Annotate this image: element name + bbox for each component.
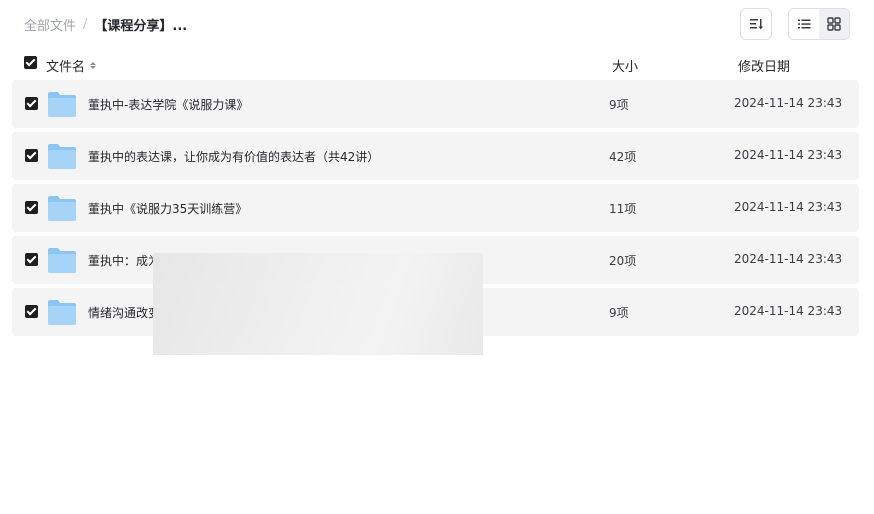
breadcrumb-root-link[interactable]: 全部文件 xyxy=(24,15,76,34)
file-size: 9项 xyxy=(609,98,629,112)
file-name[interactable]: 董执中-表达学院《说服力课》 xyxy=(88,96,248,113)
view-mode-toggle xyxy=(788,8,850,40)
file-date: 2024-11-14 23:43 xyxy=(734,96,843,110)
select-all-checkbox[interactable] xyxy=(24,56,37,69)
file-size: 42项 xyxy=(609,150,637,164)
folder-icon xyxy=(48,248,76,273)
row-checkbox[interactable] xyxy=(25,149,38,162)
header-name-column[interactable]: 文件名 xyxy=(46,56,97,75)
file-size: 9项 xyxy=(609,306,629,320)
row-checkbox[interactable] xyxy=(25,201,38,214)
breadcrumb-current-folder: 【课程分享】... xyxy=(94,18,188,34)
row-checkbox[interactable] xyxy=(25,97,38,110)
file-browser: 全部文件 / 【课程分享】... 文件名 大小 修改日期 董执中-表达学院《说服… xyxy=(0,0,874,514)
file-name[interactable]: 董执中：成为 xyxy=(88,252,160,269)
file-date: 2024-11-14 23:43 xyxy=(734,148,843,162)
file-name[interactable]: 董执中《说服力35天训练营》 xyxy=(88,200,247,217)
file-size: 11项 xyxy=(609,202,637,216)
table-header: 文件名 大小 修改日期 xyxy=(12,52,858,76)
folder-icon xyxy=(48,196,76,221)
breadcrumb-separator: / xyxy=(83,16,88,32)
breadcrumb: 全部文件 / 【课程分享】... xyxy=(24,14,187,34)
table-row[interactable]: 董执中的表达课，让你成为有价值的表达者（共42讲） 42项 2024-11-14… xyxy=(12,132,859,180)
sort-icon xyxy=(750,19,763,30)
sort-button[interactable] xyxy=(740,8,772,40)
header-size-label: 大小 xyxy=(612,60,639,75)
row-checkbox[interactable] xyxy=(25,253,38,266)
file-date: 2024-11-14 23:43 xyxy=(734,252,843,266)
view-toolbar xyxy=(740,8,850,40)
row-checkbox[interactable] xyxy=(25,305,38,318)
file-name[interactable]: 董执中的表达课，让你成为有价值的表达者（共42讲） xyxy=(88,148,379,165)
header-name-label: 文件名 xyxy=(46,60,86,75)
redaction-overlay xyxy=(153,253,483,355)
file-size: 20项 xyxy=(609,254,637,268)
folder-icon xyxy=(48,300,76,325)
grid-view-icon xyxy=(827,17,841,31)
list-view-icon xyxy=(798,19,811,29)
table-row[interactable]: 董执中-表达学院《说服力课》 9项 2024-11-14 23:43 xyxy=(12,80,859,128)
folder-icon xyxy=(48,144,76,169)
header-date-label: 修改日期 xyxy=(738,60,791,75)
file-date: 2024-11-14 23:43 xyxy=(734,200,843,214)
sort-toggle-icon[interactable] xyxy=(90,62,97,69)
folder-icon xyxy=(48,92,76,117)
table-row[interactable]: 董执中《说服力35天训练营》 11项 2024-11-14 23:43 xyxy=(12,184,859,232)
grid-view-button[interactable] xyxy=(819,9,849,39)
file-name[interactable]: 情绪沟通改变 xyxy=(88,304,160,321)
list-view-button[interactable] xyxy=(789,9,819,39)
file-date: 2024-11-14 23:43 xyxy=(734,304,843,318)
